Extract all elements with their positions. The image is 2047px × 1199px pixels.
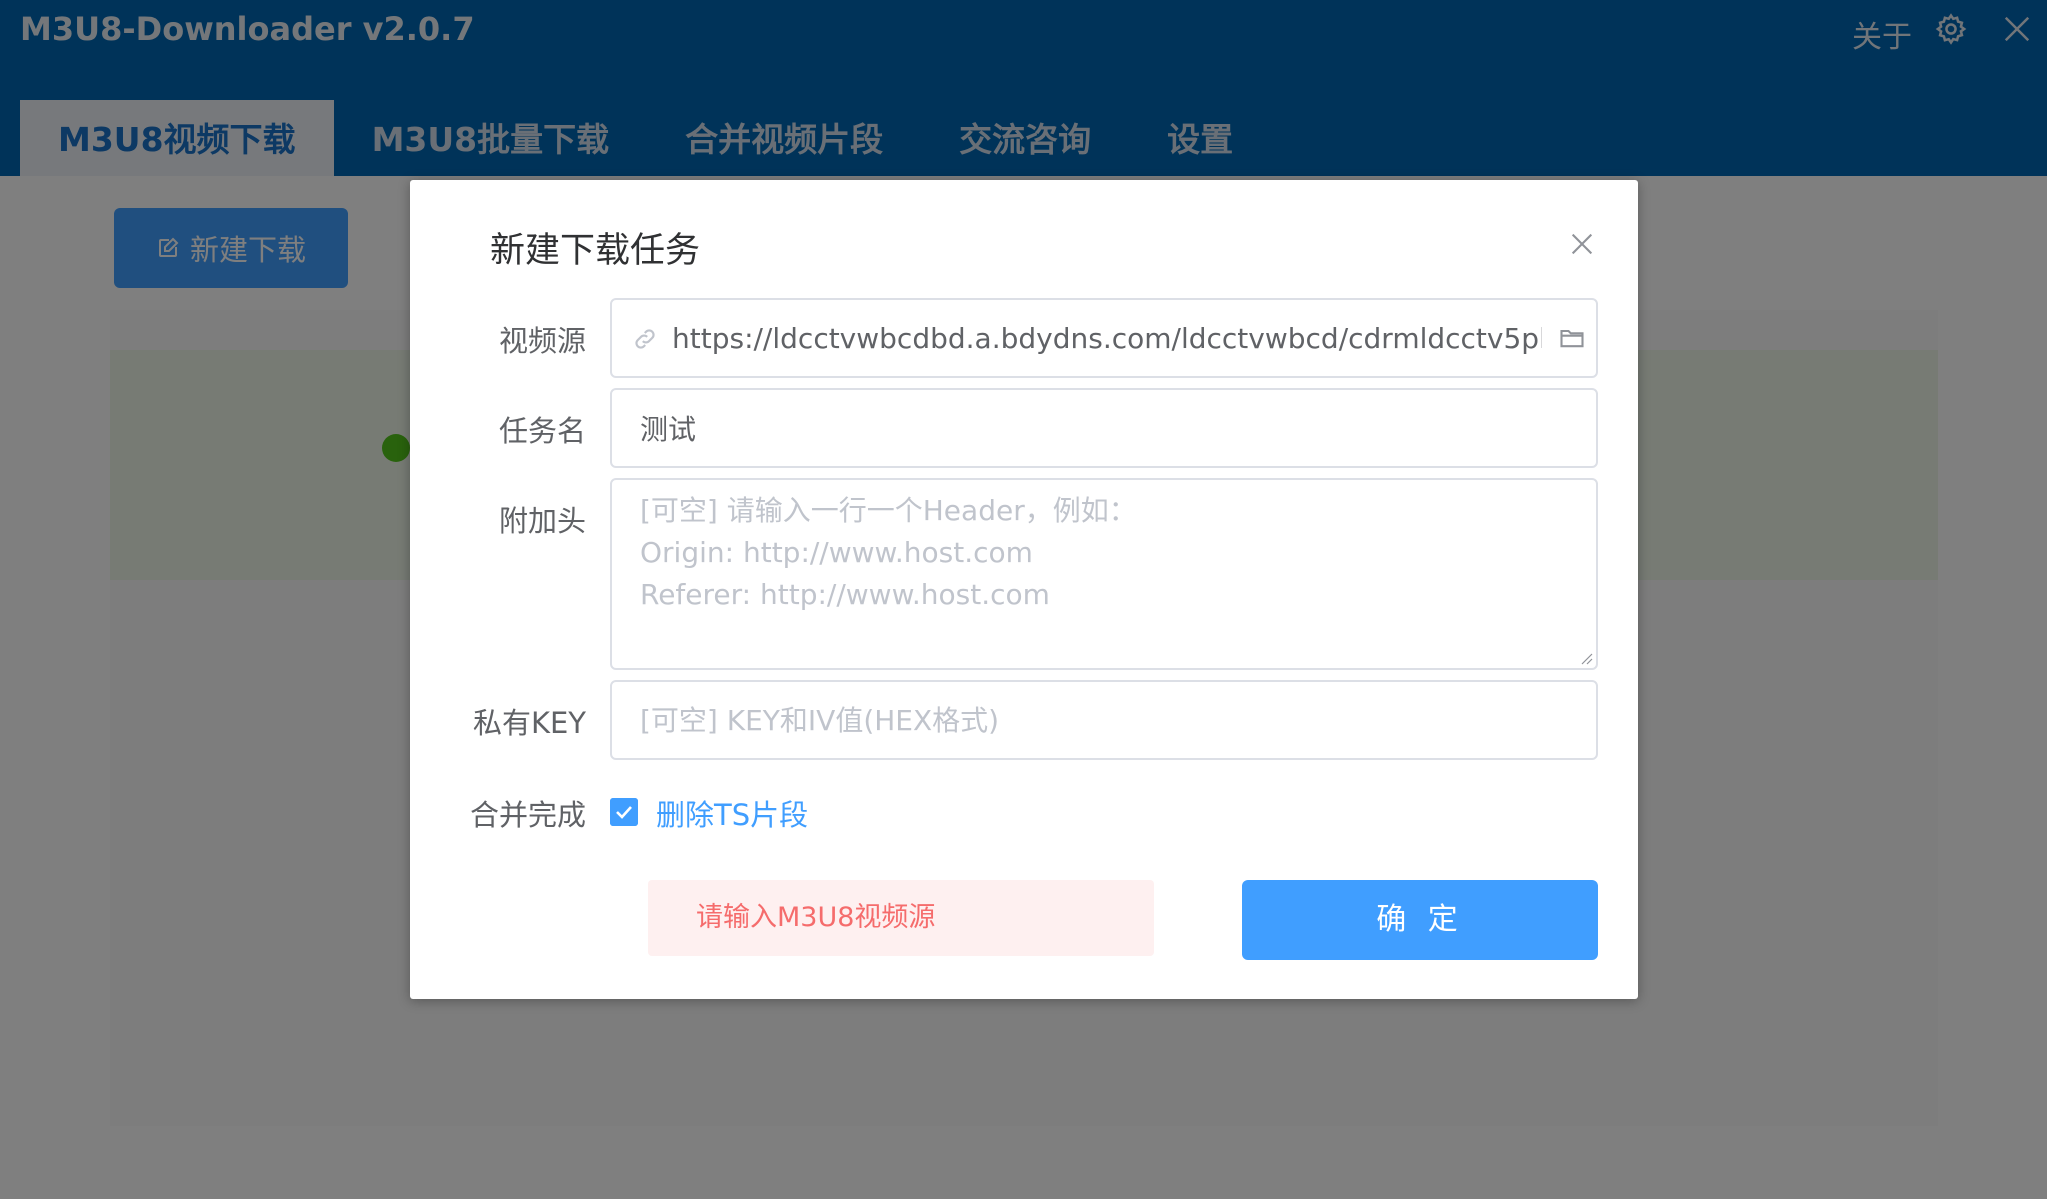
headers-label: 附加头 (498, 504, 586, 538)
key-label: 私有KEY (472, 706, 586, 740)
headers-field (610, 478, 1598, 670)
dialog-title: 新建下载任务 (490, 231, 701, 271)
task-name-field (610, 388, 1598, 468)
source-field (610, 298, 1598, 378)
task-name-input[interactable] (640, 408, 1570, 448)
resize-grip-icon[interactable] (1578, 650, 1594, 666)
key-field (610, 680, 1598, 760)
new-task-dialog: 新建下载任务 视频源 任务名 附加头 (410, 180, 1638, 999)
task-name-label: 任务名 (498, 414, 586, 448)
source-input[interactable] (672, 318, 1542, 358)
delete-ts-checkbox[interactable] (610, 798, 638, 826)
link-icon (635, 329, 655, 349)
confirm-button[interactable]: 确 定 (1242, 880, 1598, 960)
source-label: 视频源 (498, 324, 586, 358)
app-window: M3U8-Downloader v2.0.7 关于 M3U8视频下载 M3U8批… (0, 0, 2047, 1199)
merge-label: 合并完成 (469, 798, 586, 832)
error-message: 请输入M3U8视频源 (648, 880, 1154, 956)
headers-textarea[interactable] (640, 490, 1580, 660)
dialog-close-icon[interactable] (1568, 230, 1596, 258)
key-input[interactable] (640, 700, 1570, 740)
delete-ts-label[interactable]: 删除TS片段 (656, 792, 808, 834)
folder-icon[interactable] (1558, 324, 1586, 352)
